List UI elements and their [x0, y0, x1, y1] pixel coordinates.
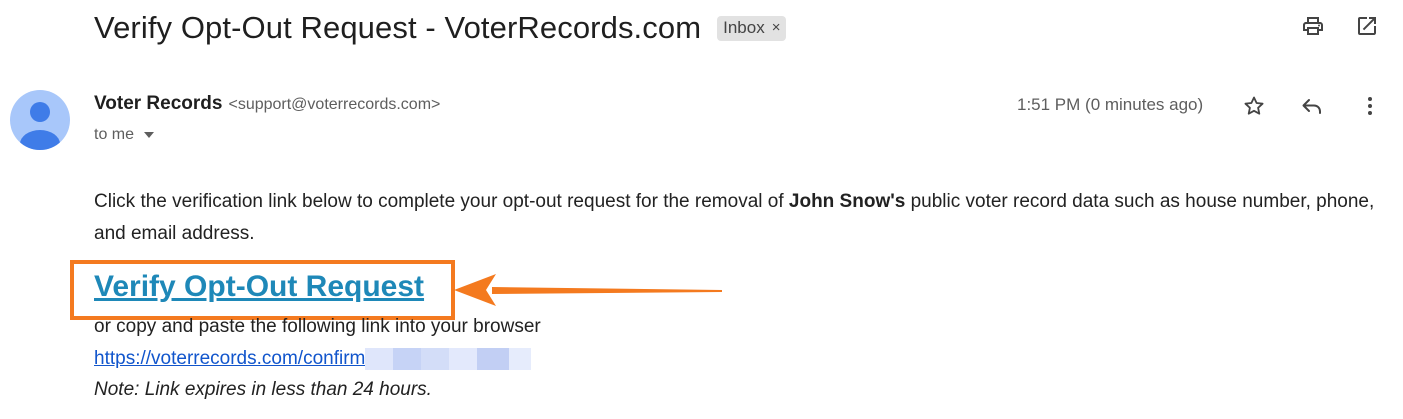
message-actions [1240, 92, 1384, 120]
recipient-text: to me [94, 126, 135, 143]
email-subject: Verify Opt-Out Request - VoterRecords.co… [94, 10, 702, 45]
inbox-label-text: Inbox [723, 17, 765, 37]
verify-opt-out-link[interactable]: Verify Opt-Out Request [94, 270, 424, 304]
chevron-down-icon [144, 132, 155, 138]
subject-toolbar [1299, 12, 1381, 40]
copy-instruction: or copy and paste the following link int… [94, 316, 541, 337]
confirm-url-row: https://voterrecords.com/confirm [94, 348, 532, 370]
inbox-label-chip[interactable]: Inbox × [717, 15, 787, 41]
sender-name[interactable]: Voter Records [94, 93, 222, 115]
subject-row: Verify Opt-Out Request - VoterRecords.co… [94, 8, 787, 48]
intro-text-before: Click the verification link below to com… [94, 191, 789, 212]
recipient-details-toggle[interactable]: to me [94, 126, 155, 144]
sender-avatar[interactable] [10, 90, 70, 150]
confirm-url-link[interactable]: https://voterrecords.com/confirm [94, 348, 365, 370]
intro-name: John Snow's [788, 191, 906, 212]
remove-label-icon[interactable]: × [772, 19, 781, 36]
email-body-intro: Click the verification link below to com… [94, 186, 1384, 250]
reply-icon[interactable] [1298, 92, 1326, 120]
sender-email: <support@voterrecords.com> [228, 96, 441, 113]
annotation-arrow-icon [454, 274, 722, 306]
more-vert-icon[interactable] [1356, 92, 1384, 120]
expiry-note: Note: Link expires in less than 24 hours… [94, 379, 432, 400]
redacted-token-blur [365, 348, 532, 370]
email-timestamp: 1:51 PM (0 minutes ago) [1017, 95, 1204, 114]
star-icon[interactable] [1240, 92, 1268, 120]
print-icon[interactable] [1299, 12, 1327, 40]
sender-row: Voter Records <support@voterrecords.com> [94, 93, 440, 115]
open-in-new-window-icon[interactable] [1353, 12, 1381, 40]
